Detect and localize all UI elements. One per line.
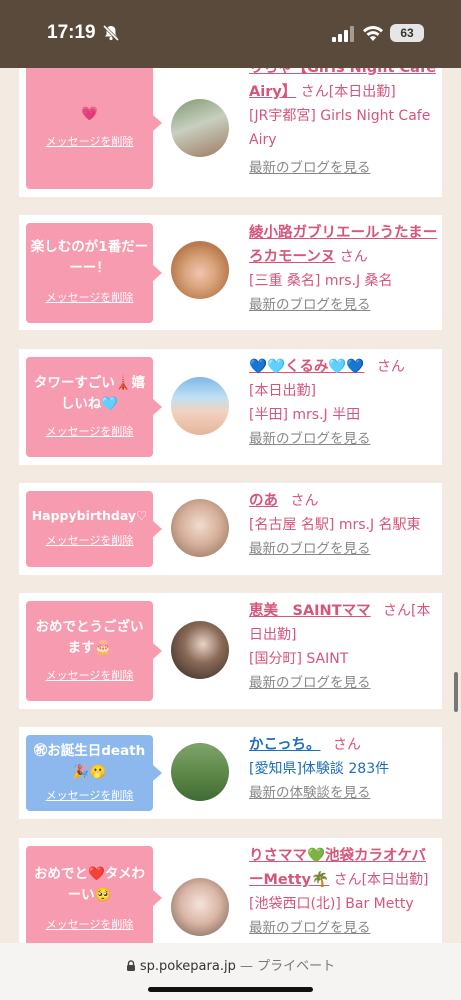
message-bubble: ㊗お誕生日death🎉🫢 メッセージを削除 (26, 735, 162, 811)
scrollbar[interactable] (454, 672, 458, 712)
message-card: 楽しむのが1番だーーー！ メッセージを削除 綾小路ガブリエールうたまーろカモーン… (19, 215, 442, 330)
message-bubble: おめでとうございます🎂 メッセージを削除 (26, 601, 162, 701)
message-card: Happybirthday♡ メッセージを削除 のあ さん [名古屋 名駅] m… (19, 483, 442, 575)
latest-blog-link[interactable]: 最新のブログを見る (249, 156, 371, 180)
message-text: Happybirthday♡ (31, 508, 148, 523)
latest-blog-link[interactable]: 最新のブログを見る (249, 431, 371, 447)
message-text: 楽しむのが1番だーーー！ (30, 239, 149, 276)
delete-message-link[interactable]: メッセージを削除 (26, 916, 153, 932)
message-bubble: おめでと❤️タメわーい🥺 メッセージを削除 (26, 846, 162, 943)
signal-icon (332, 26, 354, 42)
message-card: タワーすごい🗼嬉しいね🩵 メッセージを削除 💙🩵くるみ🩵💙 さん [本日出勤] … (19, 349, 442, 465)
message-text: おめでとうございます🎂 (35, 619, 144, 656)
shop-name: [JR宇都宮] Girls Night Cafe Airy (249, 108, 431, 148)
work-status: [本日出勤] (361, 872, 429, 888)
delete-message-link[interactable]: メッセージを削除 (26, 423, 153, 439)
user-name-link[interactable]: 恵美 SAINTママ (249, 603, 371, 619)
latest-experience-link[interactable]: 最新の体験談を見る (249, 785, 371, 801)
honorific: さん (339, 249, 368, 265)
delete-message-link[interactable]: メッセージを削除 (26, 667, 153, 683)
shop-name: [名古屋 名駅] mrs.J 名駅東 (249, 517, 421, 533)
message-bubble: Happybirthday♡ メッセージを削除 (26, 491, 162, 567)
message-text: 💗 (81, 106, 98, 122)
shop-name: [半田] mrs.J 半田 (249, 407, 361, 423)
avatar[interactable] (171, 621, 229, 679)
avatar[interactable] (171, 377, 229, 435)
message-card: ㊗お誕生日death🎉🫢 メッセージを削除 かこっち。 さん [愛知県]体験談 … (19, 727, 442, 819)
message-list: 💗 メッセージを削除 りちゃ【Girls Night Cafe Airy】 さん… (0, 68, 461, 943)
delete-message-link[interactable]: メッセージを削除 (26, 289, 153, 305)
honorific: さん (333, 872, 362, 888)
avatar[interactable] (171, 743, 229, 801)
delete-message-link[interactable]: メッセージを削除 (26, 787, 153, 803)
message-text: おめでと❤️タメわーい🥺 (34, 866, 145, 903)
shop-name: [三重 桑名] mrs.J 桑名 (249, 273, 393, 289)
honorific: さん (376, 359, 405, 375)
wifi-icon (363, 25, 383, 41)
status-bar: 17:19 63 (0, 0, 461, 68)
honorific: さん (332, 737, 361, 753)
latest-blog-link[interactable]: 最新のブログを見る (249, 297, 371, 313)
user-name-link[interactable]: 💙🩵くるみ🩵💙 (249, 359, 364, 375)
message-card: おめでとうございます🎂 メッセージを削除 恵美 SAINTママ さん[本日出勤]… (19, 593, 442, 709)
url-separator: — (239, 959, 253, 974)
message-card: 💗 メッセージを削除 りちゃ【Girls Night Cafe Airy】 さん… (19, 68, 442, 197)
message-text: タワーすごい🗼嬉しいね🩵 (33, 375, 146, 412)
work-status: [本日出勤] (328, 84, 396, 100)
honorific: さん (300, 84, 329, 100)
home-indicator[interactable] (148, 987, 313, 992)
avatar[interactable] (171, 99, 229, 157)
work-status: [本日出勤] (249, 383, 316, 399)
shop-name: [国分町] SAINT (249, 651, 349, 667)
honorific: さん (290, 493, 319, 509)
honorific: さん (383, 603, 412, 619)
message-bubble: 💗 メッセージを削除 (26, 68, 162, 189)
user-name-link[interactable]: かこっち。 (249, 737, 321, 753)
avatar[interactable] (171, 499, 229, 557)
message-text: ㊗お誕生日death🎉🫢 (33, 743, 146, 780)
lock-icon (126, 960, 135, 971)
shop-name: [池袋西口(北)] Bar Metty (249, 896, 414, 912)
message-card: おめでと❤️タメわーい🥺 メッセージを削除 りさママ💚池袋カラオケバーMetty… (19, 838, 442, 943)
message-bubble: タワーすごい🗼嬉しいね🩵 メッセージを削除 (26, 357, 162, 457)
private-mode-label: プライベート (257, 959, 336, 974)
latest-blog-link[interactable]: 最新のブログを見る (249, 541, 371, 557)
battery-icon: 63 (390, 24, 424, 42)
url-text[interactable]: sp.pokepara.jp — プライベート (0, 955, 461, 974)
url-bar[interactable]: sp.pokepara.jp — プライベート (0, 943, 461, 1000)
avatar[interactable] (171, 241, 229, 299)
url-domain: sp.pokepara.jp (139, 959, 236, 974)
delete-message-link[interactable]: メッセージを削除 (26, 133, 153, 149)
message-bubble: 楽しむのが1番だーーー！ メッセージを削除 (26, 223, 162, 323)
avatar[interactable] (171, 878, 229, 936)
shop-name: [愛知県]体験談 283件 (249, 761, 390, 777)
latest-blog-link[interactable]: 最新のブログを見る (249, 920, 371, 936)
bell-slash-icon (102, 24, 120, 42)
status-time: 17:19 (47, 22, 96, 43)
delete-message-link[interactable]: メッセージを削除 (26, 532, 153, 548)
user-name-link[interactable]: のあ (249, 493, 278, 509)
latest-blog-link[interactable]: 最新のブログを見る (249, 675, 371, 691)
